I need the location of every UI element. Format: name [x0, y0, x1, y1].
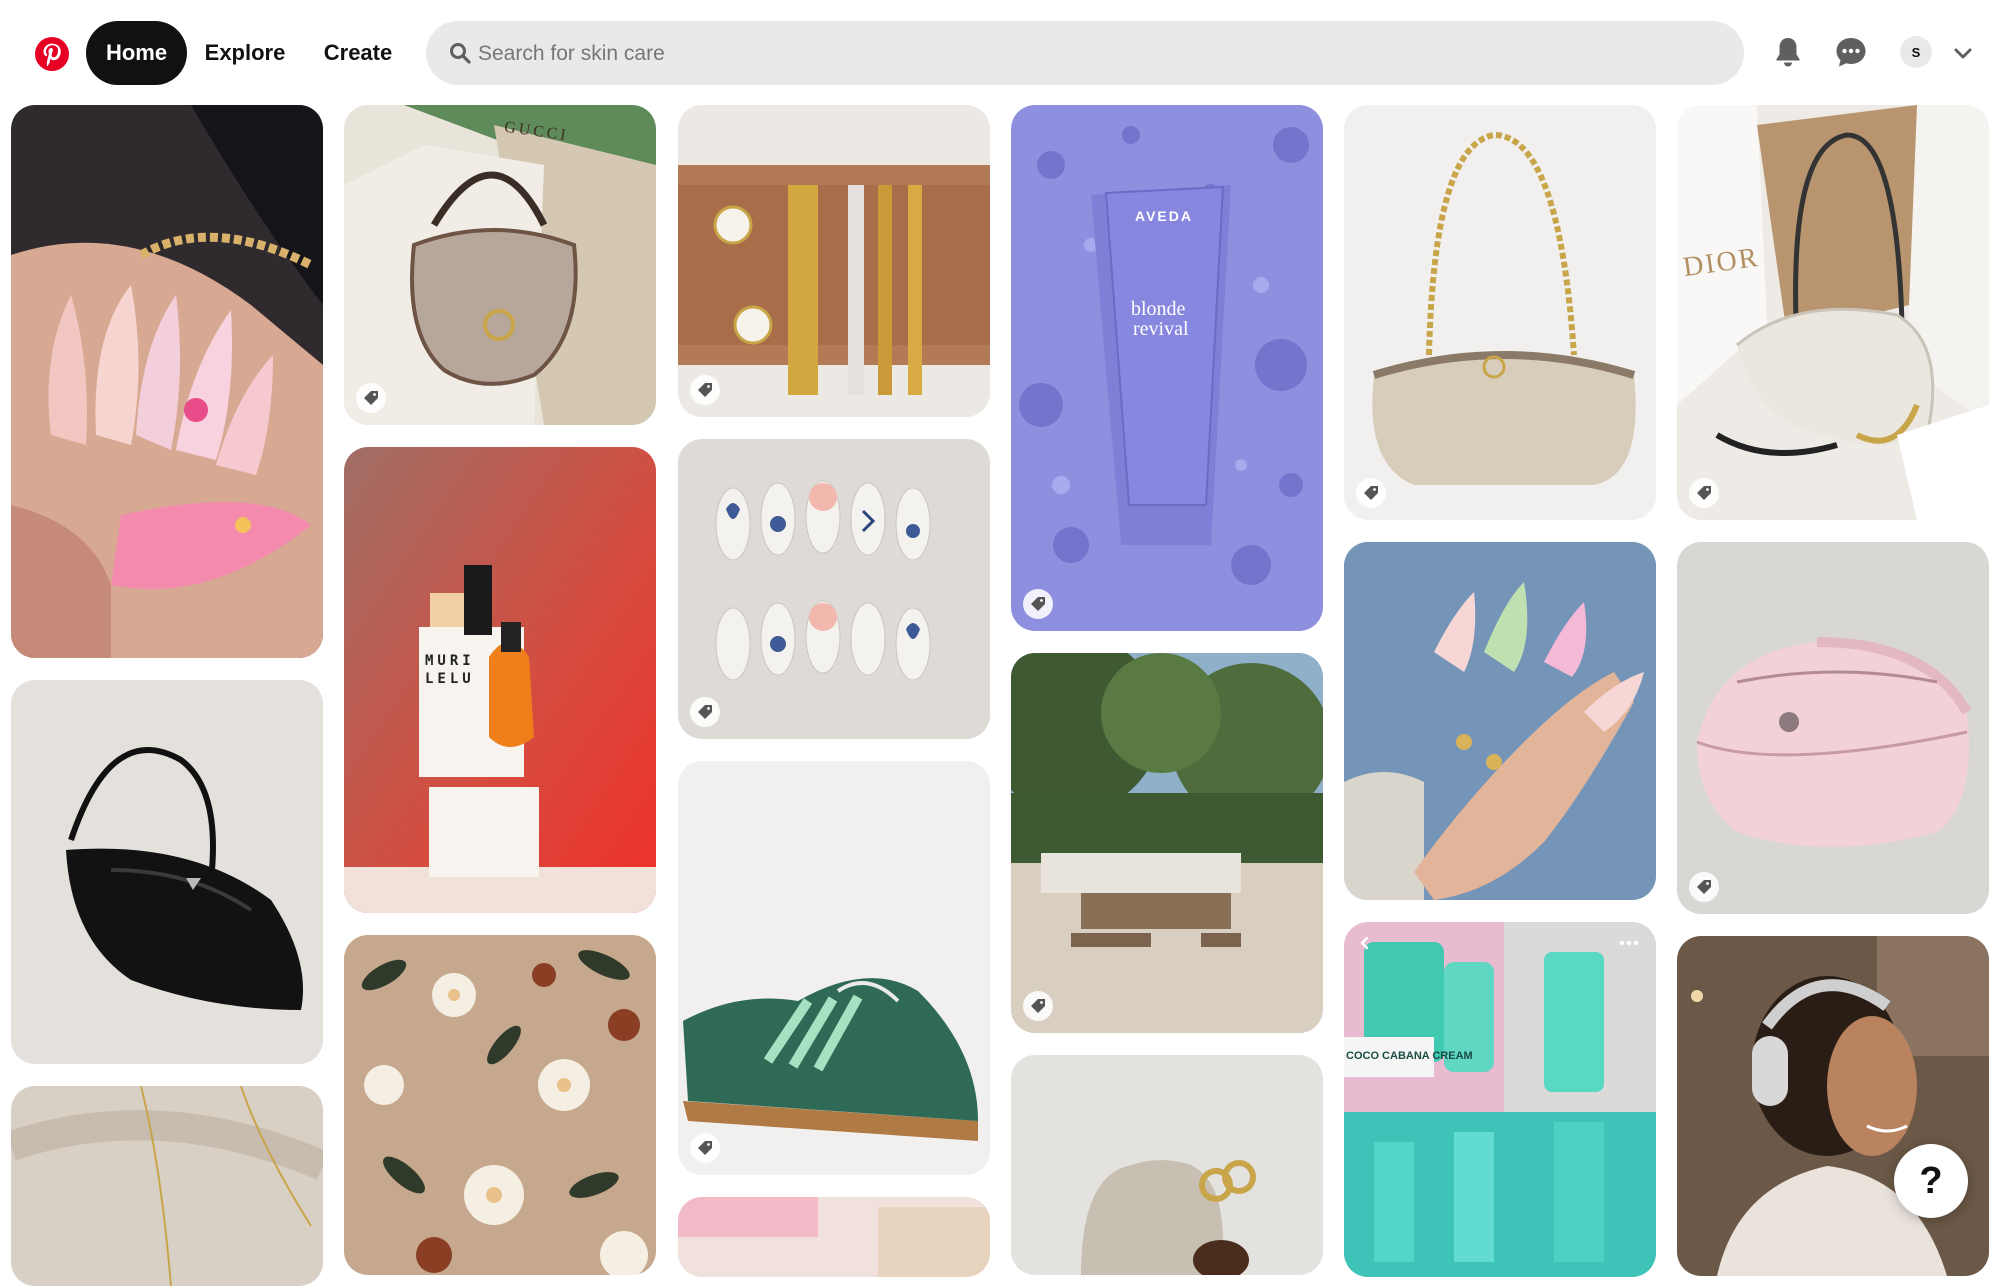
brand-label-line1: MURI: [425, 653, 475, 669]
pin-gold-necklace[interactable]: [11, 1086, 323, 1286]
avatar[interactable]: S: [1900, 36, 1932, 68]
pin-image: [1011, 1055, 1323, 1275]
shopping-tag-icon[interactable]: [690, 1133, 720, 1163]
shopping-tag-icon[interactable]: [1356, 478, 1386, 508]
search-icon: [450, 43, 471, 64]
chevron-left-icon[interactable]: [1358, 936, 1372, 950]
pin-image: [11, 105, 323, 658]
pin-nails-pink[interactable]: [11, 105, 323, 658]
pin-image: [1011, 105, 1323, 631]
pin-image: [1344, 922, 1656, 1277]
pin-image: [1011, 653, 1323, 1033]
pin-woman-headphones[interactable]: [1677, 936, 1989, 1276]
search-bar[interactable]: [426, 21, 1744, 87]
nav-create-button[interactable]: Create: [306, 21, 410, 85]
chat-icon[interactable]: [1833, 34, 1869, 70]
pin-pink-partial[interactable]: [678, 1197, 990, 1277]
pin-image: [678, 439, 990, 739]
pin-green-skincare-products[interactable]: COCO CABANA CREAM: [1344, 922, 1656, 1277]
pin-image: [678, 105, 990, 417]
nav-explore-button[interactable]: Explore: [192, 21, 298, 85]
pin-gucci-bag-box[interactable]: GUCCI: [344, 105, 656, 425]
pin-denim-nails[interactable]: [1344, 542, 1656, 900]
pin-image: [1344, 105, 1656, 520]
pin-image: [1677, 542, 1989, 914]
pin-sweater-gold-hoops[interactable]: [1011, 1055, 1323, 1275]
pin-muri-lelu-serum[interactable]: MURI LELU: [344, 447, 656, 913]
pin-image: [11, 1086, 323, 1286]
shopping-tag-icon[interactable]: [356, 383, 386, 413]
pin-black-shoulder-bag[interactable]: [11, 680, 323, 1064]
pin-dior-saddle-bag[interactable]: DIOR: [1677, 105, 1989, 520]
pinterest-logo-icon[interactable]: [34, 36, 70, 72]
top-navigation-bar: Home Explore Create S: [0, 0, 1999, 104]
pin-image: [11, 680, 323, 1064]
pin-pink-belt-bag[interactable]: [1677, 542, 1989, 914]
pin-floral-pattern[interactable]: [344, 935, 656, 1275]
help-button[interactable]: ?: [1894, 1144, 1968, 1218]
product-name-line2: revival: [1133, 318, 1189, 340]
nav-home-button[interactable]: Home: [86, 21, 187, 85]
pin-image: [678, 1197, 990, 1277]
pin-image: [344, 447, 656, 913]
bell-icon[interactable]: [1770, 34, 1806, 70]
pin-image: [1344, 542, 1656, 900]
search-input[interactable]: [476, 21, 1720, 87]
shopping-tag-icon[interactable]: [1689, 478, 1719, 508]
pin-image: [678, 761, 990, 1175]
brand-label-line2: LELU: [425, 671, 475, 687]
shopping-tag-icon[interactable]: [1023, 991, 1053, 1021]
pin-gold-bracelets[interactable]: [678, 105, 990, 417]
product-brand: COCO CABANA CREAM: [1346, 1050, 1473, 1062]
pin-image: [344, 105, 656, 425]
pin-ocean-press-on-nails[interactable]: [678, 439, 990, 739]
chevron-down-icon[interactable]: [1952, 42, 1974, 64]
shopping-tag-icon[interactable]: [1689, 872, 1719, 902]
shopping-tag-icon[interactable]: [690, 375, 720, 405]
shopping-tag-icon[interactable]: [1023, 589, 1053, 619]
pin-gucci-shoulder-bag[interactable]: [1344, 105, 1656, 520]
shopping-tag-icon[interactable]: [690, 697, 720, 727]
pin-image: [344, 935, 656, 1275]
pin-outdoor-patio[interactable]: [1011, 653, 1323, 1033]
pin-image: [1677, 936, 1989, 1276]
pin-aveda-shampoo[interactable]: AVEDA blonde revival: [1011, 105, 1323, 631]
pin-image: [1677, 105, 1989, 520]
product-brand: AVEDA: [1135, 208, 1193, 224]
more-options-icon[interactable]: [1618, 938, 1640, 948]
pin-green-sneaker[interactable]: [678, 761, 990, 1175]
